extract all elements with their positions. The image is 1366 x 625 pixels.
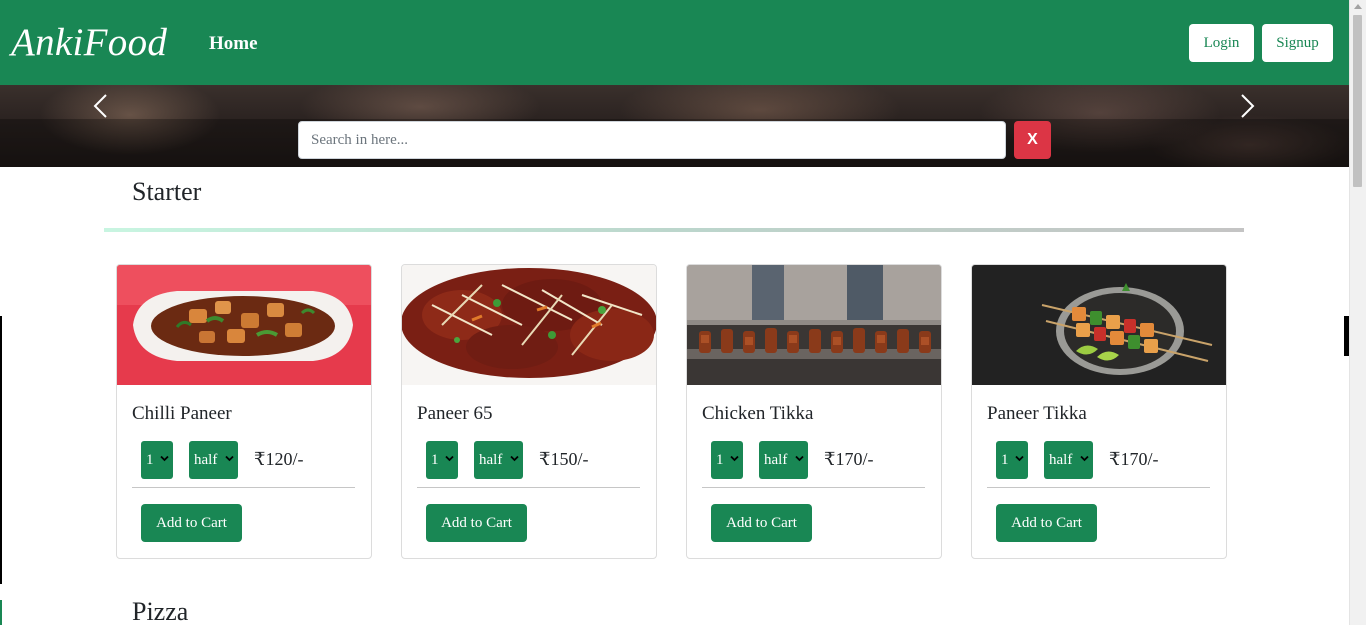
hero-carousel: X: [0, 85, 1349, 167]
size-value: half: [194, 451, 218, 468]
price-label: ₹170/-: [1109, 449, 1159, 469]
chevron-down-icon: [1015, 455, 1024, 462]
add-to-cart-button[interactable]: Add to Cart: [426, 504, 527, 542]
quantity-value: 1: [146, 451, 154, 468]
login-button[interactable]: Login: [1189, 24, 1254, 62]
clear-search-button[interactable]: X: [1014, 121, 1051, 159]
chevron-down-icon: [160, 455, 169, 462]
chilli-paneer-image: [117, 265, 371, 385]
size-value: half: [764, 451, 788, 468]
chevron-down-icon: [1080, 455, 1089, 462]
add-to-cart-button[interactable]: Add to Cart: [141, 504, 242, 542]
size-value: half: [479, 451, 503, 468]
section-divider: [104, 228, 1244, 232]
signup-button[interactable]: Signup: [1262, 24, 1333, 62]
quantity-value: 1: [1001, 451, 1009, 468]
left-edge-accent: [0, 600, 2, 625]
size-select[interactable]: half: [189, 441, 238, 479]
size-select[interactable]: half: [759, 441, 808, 479]
quantity-select[interactable]: 1: [711, 441, 743, 479]
left-edge-line: [0, 316, 2, 584]
scroll-up-arrow-icon[interactable]: [1354, 4, 1362, 9]
price-label: ₹170/-: [824, 449, 874, 469]
food-name: Paneer Tikka: [987, 403, 1087, 424]
section-title-pizza: Pizza: [132, 597, 189, 625]
card-divider: [132, 487, 355, 488]
nav-link-home[interactable]: Home: [209, 33, 258, 55]
chevron-down-icon: [730, 455, 739, 462]
price-label: ₹120/-: [254, 449, 304, 469]
quantity-select[interactable]: 1: [996, 441, 1028, 479]
food-card-paneer-65: Paneer 65 1 half ₹150/- Add to Cart: [401, 264, 657, 559]
food-card-chilli-paneer: Chilli Paneer 1 half ₹120/- Add to Cart: [116, 264, 372, 559]
search-input[interactable]: [298, 121, 1006, 159]
food-name: Chilli Paneer: [132, 403, 232, 424]
card-divider: [987, 487, 1210, 488]
scrollbar-thumb[interactable]: [1353, 15, 1362, 187]
chicken-tikka-image: [687, 265, 941, 385]
brand-logo[interactable]: AnkiFood: [11, 20, 167, 65]
paneer-tikka-image: [972, 265, 1226, 385]
chevron-left-icon: [93, 94, 107, 118]
quantity-select[interactable]: 1: [141, 441, 173, 479]
chevron-down-icon: [225, 455, 234, 462]
size-value: half: [1049, 451, 1073, 468]
add-to-cart-button[interactable]: Add to Cart: [996, 504, 1097, 542]
paneer-65-image: [402, 265, 656, 385]
chevron-right-icon: [1241, 94, 1255, 118]
navbar: AnkiFood Home Login Signup: [0, 0, 1349, 85]
carousel-prev-button[interactable]: [86, 93, 116, 123]
quantity-select[interactable]: 1: [426, 441, 458, 479]
quantity-value: 1: [716, 451, 724, 468]
size-select[interactable]: half: [1044, 441, 1093, 479]
food-name: Chicken Tikka: [702, 403, 814, 424]
page-scrollbar[interactable]: [1349, 0, 1366, 625]
section-title-starter: Starter: [132, 177, 202, 206]
size-select[interactable]: half: [474, 441, 523, 479]
chevron-down-icon: [445, 455, 454, 462]
carousel-next-button[interactable]: [1232, 93, 1262, 123]
card-divider: [417, 487, 640, 488]
price-label: ₹150/-: [539, 449, 589, 469]
food-name: Paneer 65: [417, 403, 493, 424]
chevron-down-icon: [795, 455, 804, 462]
add-to-cart-button[interactable]: Add to Cart: [711, 504, 812, 542]
quantity-value: 1: [431, 451, 439, 468]
card-divider: [702, 487, 925, 488]
chevron-down-icon: [510, 455, 519, 462]
food-card-paneer-tikka: Paneer Tikka 1 half ₹170/- Add to Cart: [971, 264, 1227, 559]
food-card-chicken-tikka: Chicken Tikka 1 half ₹170/- Add to Cart: [686, 264, 942, 559]
